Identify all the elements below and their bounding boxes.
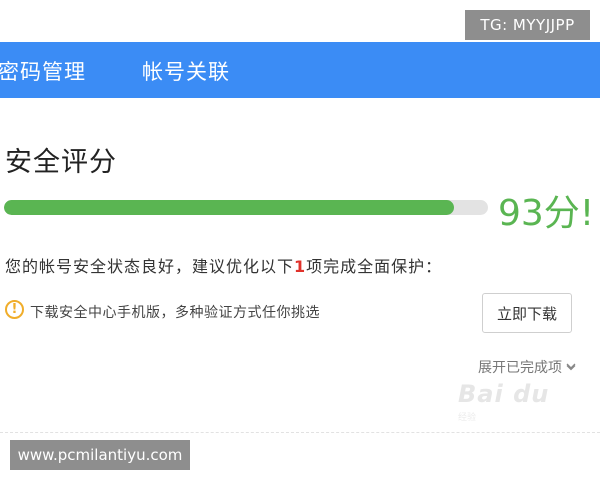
security-status-text: 您的帐号安全状态良好，建议优化以下1项完成全面保护： <box>5 253 442 277</box>
url-watermark-text: www.pcmilantiyu.com <box>17 446 183 464</box>
security-settings-page: TG: MYYJJPP 密码管理 帐号关联 安全评分 93分! 您的帐号安全状态… <box>0 0 600 480</box>
status-text-after: 项完成全面保护： <box>306 257 443 276</box>
expand-completed-link[interactable]: 展开已完成项 <box>478 357 576 377</box>
baidu-watermark: Bai du <box>458 380 550 408</box>
section-divider <box>0 432 600 433</box>
tg-watermark-text: TG: MYYJJPP <box>480 16 575 34</box>
tab-password-management[interactable]: 密码管理 <box>0 56 86 86</box>
warning-icon: ! <box>5 300 24 319</box>
security-progress-bar <box>4 200 488 215</box>
security-progress-fill <box>4 200 455 215</box>
download-now-button[interactable]: 立即下载 <box>482 293 572 333</box>
status-item-count: 1 <box>294 257 307 276</box>
expand-completed-label: 展开已完成项 <box>478 360 562 376</box>
security-score-value: 93分! <box>498 193 595 234</box>
recommendation-text: 下载安全中心手机版，多种验证方式任你挑选 <box>30 305 320 321</box>
chevron-down-icon <box>566 363 576 371</box>
url-watermark: www.pcmilantiyu.com <box>10 440 190 470</box>
tab-account-linking[interactable]: 帐号关联 <box>142 56 230 86</box>
baidu-watermark-sub: 经验 <box>458 413 477 423</box>
tab-bar: 密码管理 帐号关联 <box>0 42 600 98</box>
status-text-before: 您的帐号安全状态良好，建议优化以下 <box>5 257 295 276</box>
tg-watermark: TG: MYYJJPP <box>465 10 590 40</box>
security-score-title: 安全评分 <box>5 147 117 178</box>
